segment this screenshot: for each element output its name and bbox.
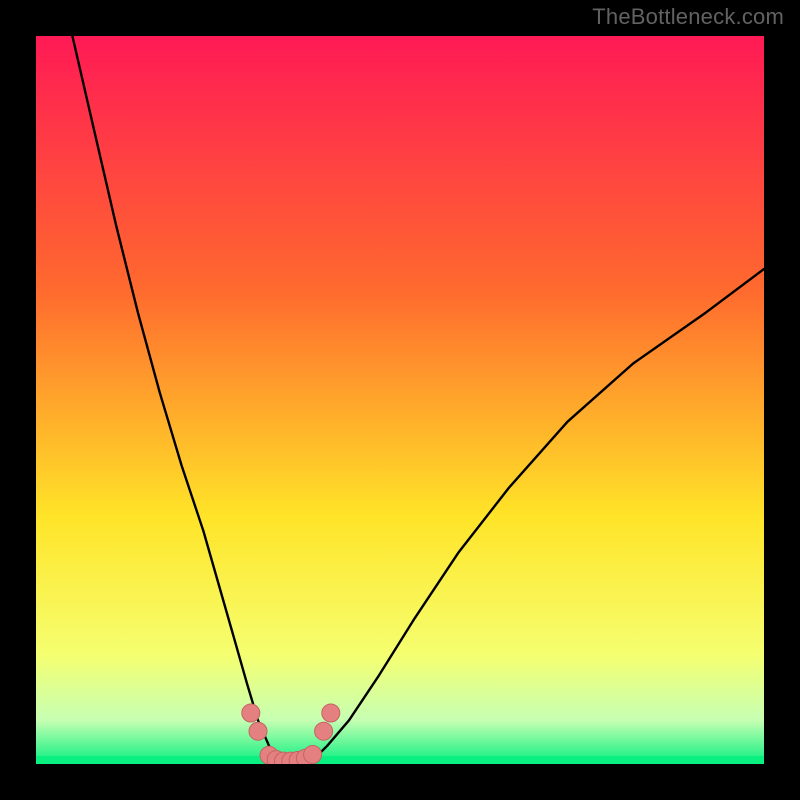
watermark-text: TheBottleneck.com [592, 4, 784, 30]
marker-dot [315, 722, 333, 740]
curve-layer [36, 36, 764, 764]
curve-markers [242, 704, 340, 764]
marker-dot [249, 722, 267, 740]
marker-dot [322, 704, 340, 722]
plot-area [36, 36, 764, 764]
chart-frame: TheBottleneck.com [0, 0, 800, 800]
risk-curve [72, 36, 764, 764]
marker-dot [304, 746, 322, 764]
marker-dot [242, 704, 260, 722]
